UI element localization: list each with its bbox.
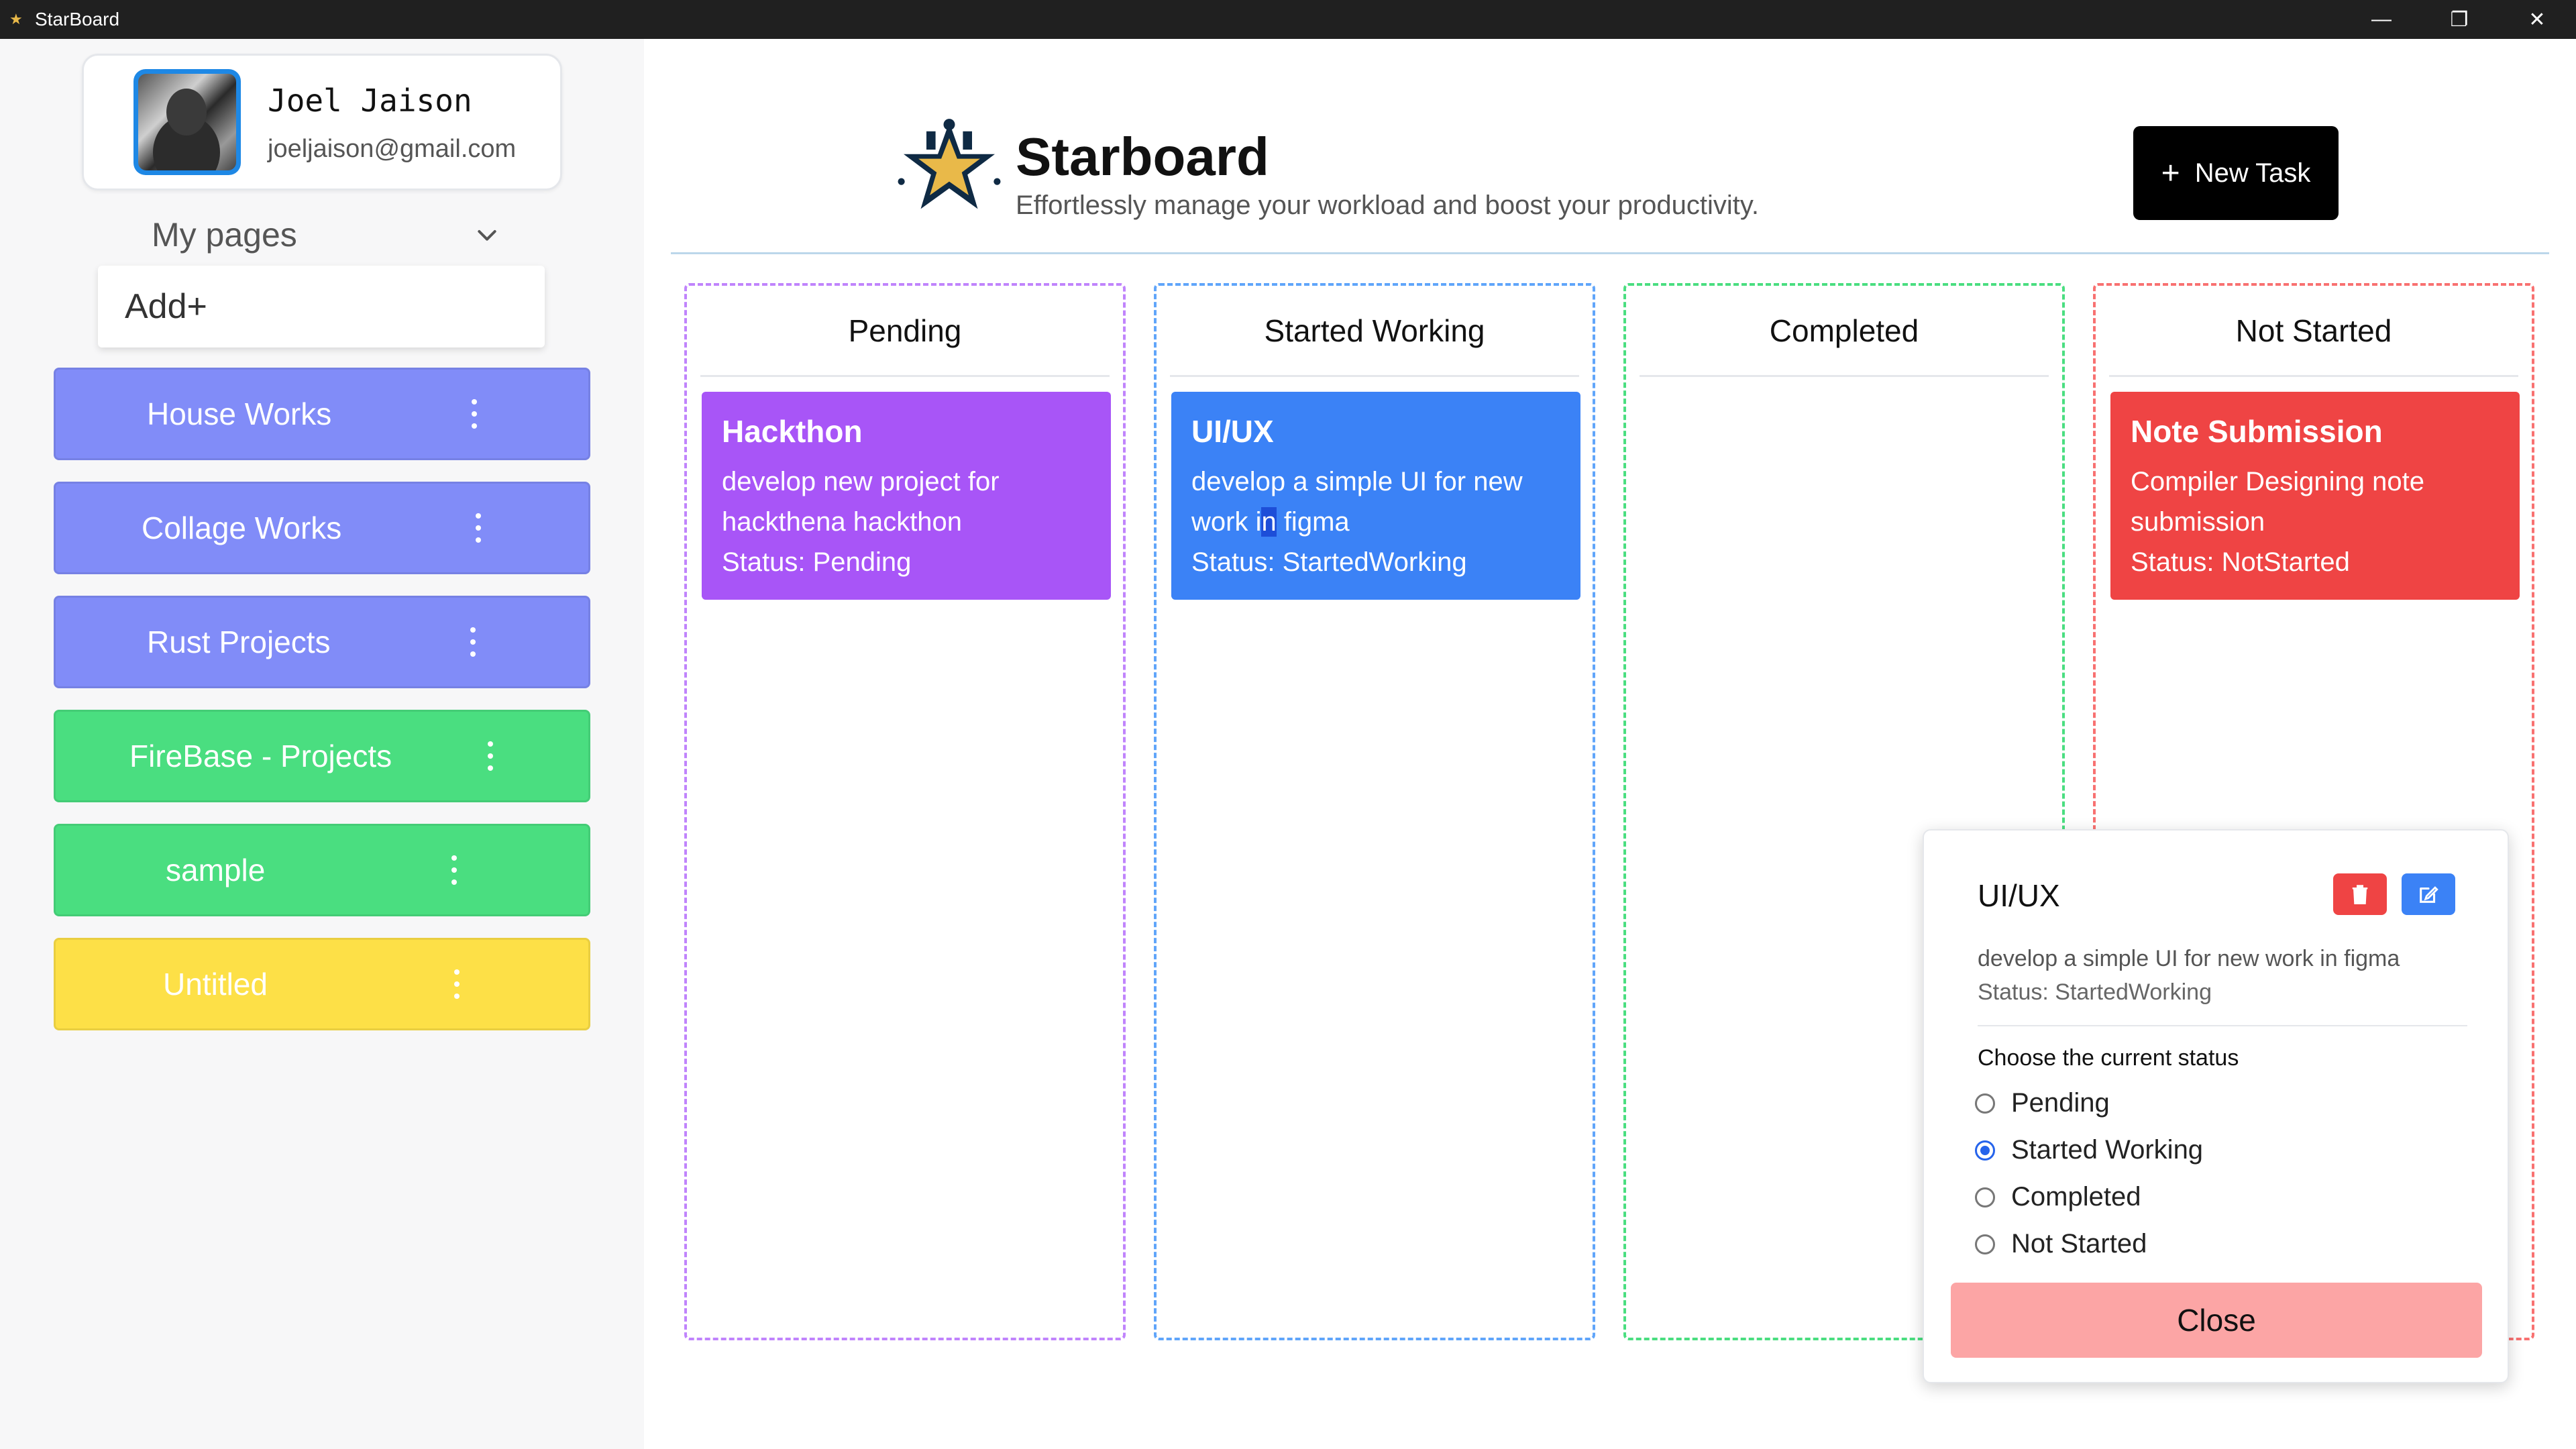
sidebar-item-label: Untitled	[163, 967, 268, 1002]
task-detail-modal: UI/UX develop a simple UI for new work i…	[1923, 829, 2509, 1383]
task-card-hackthon[interactable]: Hackthon develop new project for hackthe…	[702, 392, 1111, 600]
column-title: Started Working	[1170, 286, 1579, 377]
sidebar-item-label: House Works	[147, 396, 332, 431]
delete-task-button[interactable]	[2333, 873, 2387, 915]
profile-card[interactable]: Joel Jaison joeljaison@gmail.com	[82, 54, 562, 191]
profile-name: Joel Jaison	[268, 83, 472, 119]
column-title: Not Started	[2109, 286, 2518, 377]
task-card-uiux[interactable]: UI/UX develop a simple UI for new work i…	[1171, 392, 1580, 600]
minimize-button[interactable]: —	[2343, 0, 2420, 39]
trash-icon	[2352, 885, 2368, 904]
task-title: UI/UX	[1191, 414, 1274, 449]
edit-icon	[2420, 886, 2438, 903]
title-bar: ★ StarBoard — ❐ ✕	[0, 0, 2576, 39]
status-option-started-working[interactable]: Started Working	[1975, 1135, 2203, 1165]
star-app-icon: ★	[9, 11, 23, 28]
my-pages-toggle[interactable]: My pages	[152, 208, 500, 262]
kebab-menu-icon[interactable]	[453, 969, 461, 999]
option-label: Completed	[2011, 1182, 2141, 1212]
radio-pending[interactable]	[1975, 1093, 1995, 1114]
sidebar-item-sample[interactable]: sample	[54, 824, 590, 916]
task-description: Compiler Designing note submission	[2131, 467, 2425, 537]
close-window-button[interactable]: ✕	[2498, 0, 2576, 39]
modal-status: Status: StartedWorking	[1978, 979, 2212, 1005]
sidebar-item-house-works[interactable]: House Works	[54, 368, 590, 460]
new-task-button[interactable]: + New Task	[2133, 126, 2339, 220]
window-title: StarBoard	[35, 9, 120, 30]
option-label: Pending	[2011, 1088, 2110, 1118]
column-title: Pending	[700, 286, 1110, 377]
task-status: Status: Pending	[722, 547, 912, 577]
modal-divider	[1978, 1025, 2467, 1026]
header-divider	[671, 252, 2549, 254]
column-started-working: Started Working UI/UX develop a simple U…	[1154, 283, 1595, 1340]
sidebar: Joel Jaison joeljaison@gmail.com My page…	[0, 39, 644, 1449]
task-description: develop a simple UI for new work in figm…	[1191, 467, 1523, 537]
task-title: Note Submission	[2131, 414, 2383, 449]
sidebar-item-firebase-projects[interactable]: FireBase - Projects	[54, 710, 590, 802]
task-status: Status: NotStarted	[2131, 547, 2350, 577]
choose-status-label: Choose the current status	[1978, 1045, 2239, 1071]
radio-not-started[interactable]	[1975, 1234, 1995, 1254]
radio-started-working[interactable]	[1975, 1140, 1995, 1161]
status-option-pending[interactable]: Pending	[1975, 1088, 2110, 1118]
kebab-menu-icon[interactable]	[470, 399, 478, 429]
sidebar-item-label: FireBase - Projects	[129, 739, 392, 773]
new-task-label: New Task	[2194, 158, 2311, 188]
app-name: Starboard	[1016, 127, 1269, 186]
status-option-not-started[interactable]: Not Started	[1975, 1229, 2147, 1259]
sidebar-item-label: sample	[166, 853, 266, 888]
text-selection: n	[1261, 507, 1277, 537]
my-pages-label: My pages	[152, 216, 297, 254]
edit-task-button[interactable]	[2402, 873, 2455, 915]
option-label: Started Working	[2011, 1135, 2204, 1165]
avatar	[133, 69, 241, 175]
plus-icon: +	[2161, 155, 2180, 191]
task-status: Status: StartedWorking	[1191, 547, 1467, 577]
status-option-completed[interactable]: Completed	[1975, 1182, 2141, 1212]
kebab-menu-icon[interactable]	[486, 741, 494, 771]
sidebar-item-untitled[interactable]: Untitled	[54, 938, 590, 1030]
avatar-photo	[138, 74, 236, 170]
column-title: Completed	[1640, 286, 2049, 377]
sidebar-item-label: Rust Projects	[147, 625, 331, 659]
sidebar-item-rust-projects[interactable]: Rust Projects	[54, 596, 590, 688]
close-modal-button[interactable]: Close	[1951, 1283, 2482, 1358]
task-card-note-submission[interactable]: Note Submission Compiler Designing note …	[2110, 392, 2520, 600]
modal-description: develop a simple UI for new work in figm…	[1978, 946, 2400, 971]
option-label: Not Started	[2011, 1229, 2147, 1258]
kebab-menu-icon[interactable]	[469, 627, 477, 657]
task-description: develop new project for hackthena hackth…	[722, 467, 1000, 537]
kebab-menu-icon[interactable]	[450, 855, 458, 885]
chevron-down-icon	[478, 230, 496, 241]
column-pending: Pending Hackthon develop new project for…	[684, 283, 1126, 1340]
add-page-button[interactable]: Add+	[98, 266, 545, 347]
restore-button[interactable]: ❐	[2420, 0, 2498, 39]
sidebar-item-collage-works[interactable]: Collage Works	[54, 482, 590, 574]
window-controls: — ❐ ✕	[2343, 0, 2576, 39]
task-title: Hackthon	[722, 414, 863, 449]
starboard-logo-icon	[898, 119, 1001, 209]
radio-completed[interactable]	[1975, 1187, 1995, 1208]
sidebar-item-label: Collage Works	[142, 511, 342, 545]
tagline: Effortlessly manage your workload and bo…	[1016, 191, 1759, 220]
modal-title: UI/UX	[1978, 878, 2060, 913]
kebab-menu-icon[interactable]	[474, 513, 482, 543]
profile-email: joeljaison@gmail.com	[268, 135, 517, 163]
